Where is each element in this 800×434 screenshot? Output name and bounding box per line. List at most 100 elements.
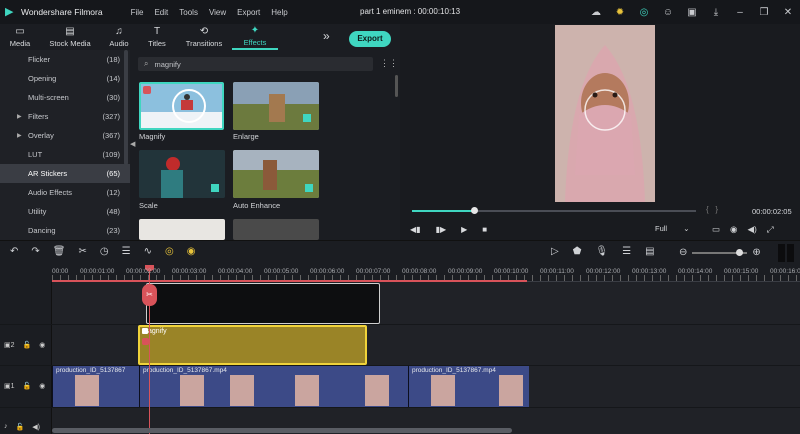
- mic-icon[interactable]: 🎙: [595, 246, 608, 257]
- effect-thumb-auto-enhance[interactable]: [233, 150, 319, 198]
- display-icon[interactable]: ▭: [712, 224, 720, 235]
- effect-clip-magnify[interactable]: agnify: [138, 325, 367, 365]
- redo-icon[interactable]: ↷: [31, 246, 39, 257]
- lock-icon[interactable]: 🔓: [16, 423, 25, 431]
- play-icon[interactable]: ▶: [461, 225, 467, 234]
- render-icon[interactable]: ▷: [551, 246, 559, 257]
- category-ar-stickers[interactable]: AR Stickers (65): [0, 164, 130, 183]
- fullscreen-icon[interactable]: ⤢: [767, 224, 774, 235]
- delete-icon[interactable]: 🗑: [53, 246, 66, 257]
- eye-icon[interactable]: ◉: [39, 341, 45, 349]
- zoom-in-icon[interactable]: ⊕: [752, 247, 760, 258]
- zoom-out-icon[interactable]: ⊖: [679, 247, 687, 258]
- color-match-icon[interactable]: ◎: [165, 246, 174, 257]
- minimize-icon[interactable]: –: [728, 7, 752, 18]
- zoom-fit-icon[interactable]: [778, 244, 796, 262]
- tab-effects[interactable]: ✦ Effects: [232, 24, 278, 50]
- category-utility[interactable]: Utility (48): [0, 202, 130, 221]
- category-scrollbar[interactable]: [124, 50, 128, 165]
- category-audio-effects[interactable]: Audio Effects (12): [0, 183, 130, 202]
- mixer-icon[interactable]: ☰: [622, 246, 631, 257]
- effect-thumb-scale[interactable]: [139, 150, 225, 198]
- cloud-icon[interactable]: ☁: [584, 7, 608, 18]
- category-filters[interactable]: ▶ Filters (327): [0, 107, 130, 126]
- stop-icon[interactable]: ■: [482, 225, 487, 234]
- category-lut[interactable]: LUT (109): [0, 145, 130, 164]
- collapse-panel-icon[interactable]: »: [323, 29, 330, 43]
- category-flicker[interactable]: Flicker (18): [0, 50, 130, 69]
- restore-icon[interactable]: ❐: [752, 7, 776, 18]
- effect-thumb-enlarge[interactable]: [233, 82, 319, 130]
- black-clip[interactable]: [146, 283, 380, 324]
- tab-media[interactable]: ▭ Media: [0, 24, 40, 50]
- zoom-knob[interactable]: [736, 248, 744, 256]
- menu-file[interactable]: File: [131, 8, 144, 17]
- filmora-window: ▶ Wondershare Filmora File Edit Tools Vi…: [0, 0, 800, 434]
- volume-icon[interactable]: ◀): [32, 423, 40, 431]
- expand-arrow-icon[interactable]: ▶: [17, 132, 22, 139]
- auto-enhance-preview-icon: [233, 150, 319, 198]
- effect-thumb-partial-1[interactable]: [139, 219, 225, 240]
- eye-icon[interactable]: ◉: [39, 382, 45, 390]
- cut-icon[interactable]: ✂: [78, 246, 86, 257]
- menu-view[interactable]: View: [209, 8, 226, 17]
- effects-scrollbar[interactable]: [395, 75, 398, 97]
- speech-to-text-icon[interactable]: ◉: [187, 246, 196, 257]
- category-multi-screen[interactable]: Multi-screen (30): [0, 88, 130, 107]
- preview-time: 00:00:02:05: [752, 207, 792, 216]
- video-clip[interactable]: production_ID_5137867.mp4: [408, 366, 529, 407]
- expand-arrow-icon[interactable]: ▶: [17, 113, 22, 120]
- preview-video-image: [555, 25, 655, 202]
- search-input[interactable]: ⌕ magnify: [138, 57, 373, 71]
- export-button[interactable]: Export: [349, 31, 391, 47]
- audio-wave-icon[interactable]: ∿: [144, 246, 152, 257]
- scale-preview-icon: [139, 150, 225, 198]
- undo-icon[interactable]: ↶: [10, 246, 18, 257]
- mark-in-out-icon[interactable]: { }: [706, 205, 718, 214]
- collapse-sidebar-icon[interactable]: ◀: [130, 140, 135, 148]
- split-scissors-icon[interactable]: ✂: [142, 284, 157, 306]
- menu-tools[interactable]: Tools: [179, 8, 198, 17]
- download-icon[interactable]: ⤓: [704, 7, 728, 18]
- track-header-2: ▣2 🔓 ◉: [4, 341, 45, 349]
- previous-frame-icon[interactable]: ◀▮: [410, 225, 421, 234]
- bulb-icon[interactable]: ✹: [608, 7, 632, 18]
- category-dancing[interactable]: Dancing (23): [0, 221, 130, 240]
- subtitle-icon[interactable]: ▤: [645, 246, 654, 257]
- preview-tool-icons: ▭ ◉ ◀) ⤢: [712, 224, 774, 235]
- tab-audio[interactable]: ♫ Audio: [100, 24, 138, 50]
- adjust-icon[interactable]: ☰: [122, 246, 131, 257]
- zoom-slider[interactable]: [692, 248, 748, 256]
- menu-export[interactable]: Export: [237, 8, 260, 17]
- lock-icon[interactable]: 🔓: [23, 341, 32, 349]
- marker-icon[interactable]: ⬟: [573, 246, 582, 257]
- save-icon[interactable]: ▣: [680, 7, 704, 18]
- timeline-scrollbar[interactable]: [52, 428, 512, 433]
- category-overlay[interactable]: ▶ Overlay (367): [0, 126, 130, 145]
- playback-progress-bar[interactable]: [412, 207, 696, 214]
- track-separator: [0, 324, 800, 325]
- menu-edit[interactable]: Edit: [154, 8, 168, 17]
- category-opening[interactable]: Opening (14): [0, 69, 130, 88]
- search-icon: ⌕: [144, 59, 149, 68]
- tab-transitions[interactable]: ⟲ Transitions: [176, 24, 232, 50]
- account-icon[interactable]: ☺: [656, 7, 680, 18]
- lock-icon[interactable]: 🔓: [23, 382, 32, 390]
- snapshot-icon[interactable]: ◉: [730, 224, 737, 235]
- effect-label-scale: Scale: [139, 201, 158, 210]
- play-pause-icon[interactable]: ▮▶: [436, 225, 447, 234]
- close-icon[interactable]: ✕: [776, 7, 800, 18]
- grid-view-icon[interactable]: ⋮⋮: [380, 58, 398, 69]
- effect-thumb-partial-2[interactable]: [233, 219, 319, 240]
- headset-icon[interactable]: ◎: [632, 7, 656, 18]
- effect-thumb-magnify[interactable]: [139, 82, 224, 130]
- volume-icon[interactable]: ◀): [747, 224, 756, 235]
- video-clip[interactable]: production_ID_5137867: [52, 366, 139, 407]
- video-clip[interactable]: production_ID_5137867.mp4: [139, 366, 408, 407]
- speed-icon[interactable]: ◷: [100, 246, 109, 257]
- menu-help[interactable]: Help: [271, 8, 287, 17]
- tab-stock-media[interactable]: ▤ Stock Media: [40, 24, 100, 50]
- quality-select[interactable]: Full ⌄: [655, 224, 699, 236]
- ruler-tick-label: 00:00:01:00: [80, 268, 115, 275]
- tab-titles[interactable]: T Titles: [138, 24, 176, 50]
